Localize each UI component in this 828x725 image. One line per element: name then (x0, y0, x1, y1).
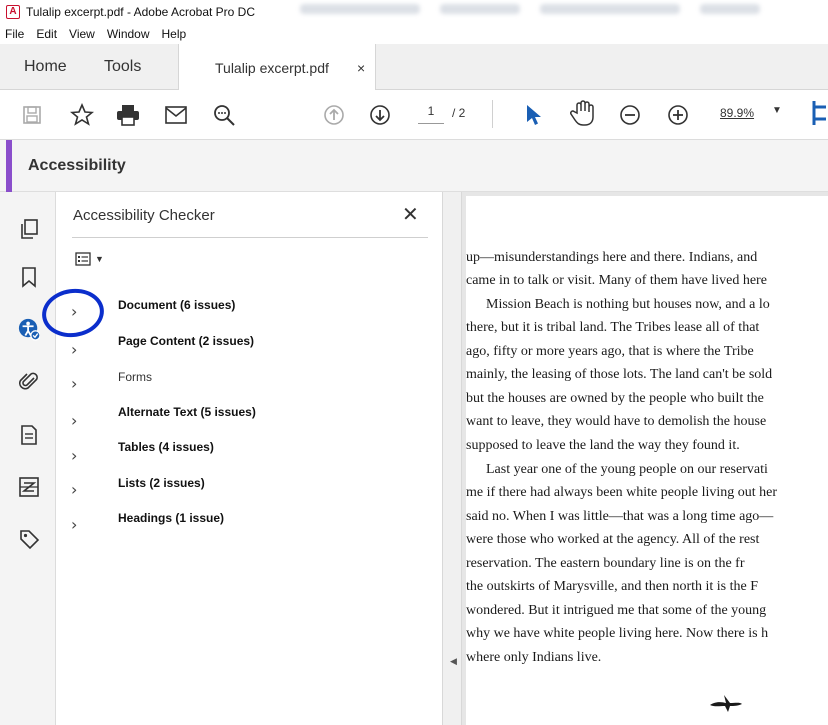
page-thumbnails-icon[interactable] (18, 218, 40, 240)
checker-item-page-content[interactable]: › Page Content (2 issues) (56, 334, 442, 364)
left-navigation-rail (0, 192, 56, 725)
accessibility-checker-panel: Accessibility Checker ✕ ▼ › Document (6 … (56, 192, 442, 725)
order-panel-icon[interactable] (18, 424, 40, 446)
menu-view[interactable]: View (69, 27, 95, 41)
menu-edit[interactable]: Edit (36, 27, 57, 41)
menu-file[interactable]: File (5, 27, 24, 41)
hand-tool-icon[interactable] (570, 100, 596, 126)
bookmark-star-icon[interactable] (70, 102, 94, 128)
tab-close-icon[interactable]: × (357, 60, 365, 76)
zoom-level[interactable]: 89.9% (720, 106, 754, 120)
select-arrow-icon[interactable] (524, 102, 542, 128)
collapse-panel-icon[interactable]: ◀ (450, 656, 457, 667)
text-line: wondered. But it intrigued me that some … (466, 603, 767, 618)
email-icon[interactable] (164, 102, 188, 128)
text-line: came in to talk or visit. Many of them h… (466, 273, 767, 288)
text-line: Mission Beach is nothing but houses now,… (486, 297, 770, 312)
zoom-dropdown-icon[interactable]: ▼ (772, 105, 782, 116)
window-title: Tulalip excerpt.pdf - Adobe Acrobat Pro … (26, 5, 256, 19)
document-view: up—misunderstandings here and there. Ind… (462, 192, 828, 725)
page-number-input[interactable]: 1 (418, 104, 444, 124)
chevron-right-icon[interactable]: › (71, 411, 77, 430)
accessibility-tool-header: Accessibility (0, 140, 828, 192)
chevron-right-icon[interactable]: › (71, 480, 77, 499)
text-line: the outskirts of Marysville, and then no… (466, 579, 759, 594)
checker-item-label: Page Content (2 issues) (118, 334, 255, 348)
tab-document[interactable]: Tulalip excerpt.pdf × (178, 44, 376, 91)
title-bar: A Tulalip excerpt.pdf - Adobe Acrobat Pr… (0, 0, 828, 24)
checker-panel-title: Accessibility Checker (73, 207, 215, 224)
text-line: mainly, the leasing of those lots. The l… (466, 367, 773, 382)
accessibility-checker-icon[interactable] (18, 318, 40, 341)
text-line: reservation. The eastern boundary line i… (466, 556, 745, 571)
checker-item-label: Forms (118, 370, 152, 384)
list-options-icon (75, 252, 91, 266)
content-panel-icon[interactable] (18, 476, 40, 498)
blurred-background-tabs (300, 4, 800, 20)
chevron-down-icon: ▼ (95, 254, 104, 264)
ornament-icon (710, 695, 742, 712)
checker-item-tables[interactable]: › Tables (4 issues) (56, 440, 442, 470)
panel-divider (72, 237, 428, 238)
checker-item-label: Alternate Text (5 issues) (118, 405, 256, 419)
acrobat-app-icon: A (6, 5, 20, 19)
text-line: were those who worked at the agency. All… (466, 532, 760, 547)
page-up-icon[interactable] (322, 102, 346, 128)
text-line: said no. When I was little—that was a lo… (466, 509, 774, 524)
checker-item-label: Tables (4 issues) (118, 440, 214, 454)
search-zoom-icon[interactable] (212, 102, 236, 128)
text-line: supposed to leave the land the way they … (466, 438, 740, 453)
text-line: Last year one of the young people on our… (486, 462, 768, 477)
checker-item-label: Lists (2 issues) (118, 476, 205, 490)
checker-item-headings[interactable]: › Headings (1 issue) (56, 511, 442, 541)
page-down-icon[interactable] (368, 102, 392, 128)
text-line: up—misunderstandings here and there. Ind… (466, 250, 758, 265)
zoom-in-icon[interactable] (666, 102, 690, 128)
options-menu-button[interactable]: ▼ (75, 252, 104, 266)
tags-icon[interactable] (18, 528, 40, 550)
checker-item-document[interactable]: › Document (6 issues) (56, 298, 442, 328)
tab-home[interactable]: Home (24, 44, 67, 90)
chevron-right-icon[interactable]: › (71, 374, 77, 393)
text-line: there, but it is tribal land. The Tribes… (466, 320, 760, 335)
checker-item-label: Headings (1 issue) (118, 511, 225, 525)
text-line: want to leave, they would have to demoli… (466, 414, 767, 429)
save-icon[interactable] (22, 102, 42, 128)
checker-item-alternate-text[interactable]: › Alternate Text (5 issues) (56, 405, 442, 435)
tab-tools[interactable]: Tools (104, 44, 141, 90)
checker-item-label: Document (6 issues) (118, 298, 236, 312)
accessibility-header-label: Accessibility (28, 157, 126, 174)
text-line: where only Indians live. (466, 650, 602, 665)
panel-splitter[interactable]: ◀ (442, 192, 462, 725)
document-page: up—misunderstandings here and there. Ind… (466, 196, 828, 725)
accessibility-accent-bar (6, 140, 12, 192)
toolbar-separator (492, 100, 493, 128)
chevron-right-icon[interactable]: › (71, 340, 77, 359)
fit-page-icon[interactable] (812, 100, 828, 126)
checker-item-forms[interactable]: › Forms (56, 370, 442, 400)
attachments-icon[interactable] (18, 370, 40, 392)
tab-bar: Home Tools Tulalip excerpt.pdf × (0, 44, 828, 91)
zoom-out-icon[interactable] (618, 102, 642, 128)
checker-item-lists[interactable]: › Lists (2 issues) (56, 476, 442, 506)
text-line: ago, fifty or more years ago, that is wh… (466, 344, 754, 359)
text-line: but the houses are owned by the people w… (466, 391, 764, 406)
chevron-right-icon[interactable]: › (71, 515, 77, 534)
text-line: me if there had always been white people… (466, 485, 778, 500)
menu-help[interactable]: Help (162, 27, 187, 41)
chevron-right-icon[interactable]: › (71, 446, 77, 465)
menu-window[interactable]: Window (107, 27, 150, 41)
tab-document-label: Tulalip excerpt.pdf (215, 59, 329, 76)
menu-bar: File Edit View Window Help (0, 24, 828, 44)
print-icon[interactable] (116, 102, 140, 128)
text-line: why we have white people living here. No… (466, 626, 769, 641)
page-total: / 2 (452, 106, 466, 120)
bookmarks-icon[interactable] (18, 266, 40, 288)
close-icon[interactable]: ✕ (402, 202, 419, 227)
